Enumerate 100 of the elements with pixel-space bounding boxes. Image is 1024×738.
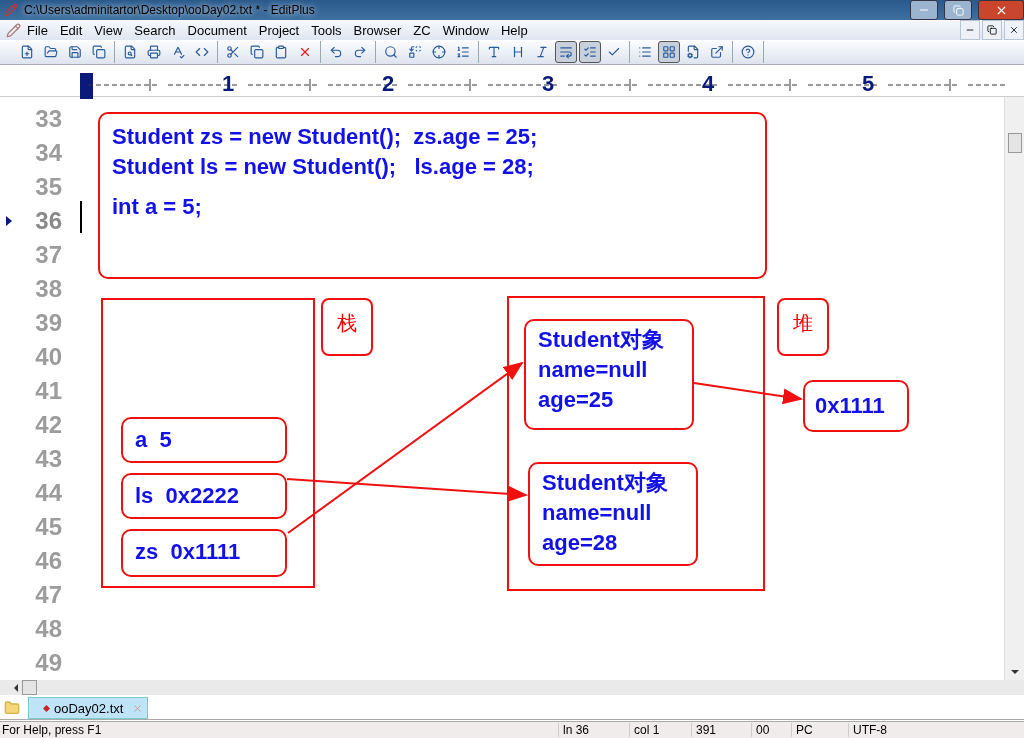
status-field: col 1 xyxy=(629,723,691,738)
line-number: 43 xyxy=(34,444,63,475)
ruler-number: 3 xyxy=(542,70,555,97)
ruler-number: 1 xyxy=(222,70,235,97)
current-line-marker-icon xyxy=(6,216,12,227)
replace-icon xyxy=(408,45,422,60)
cut-icon xyxy=(226,45,240,60)
target-icon xyxy=(432,45,446,60)
close-icon xyxy=(1009,25,1019,35)
stack-entry: ls 0x2222 xyxy=(121,473,287,520)
new-file-icon xyxy=(20,45,34,60)
menu-item[interactable]: Tools xyxy=(305,22,348,38)
heap-object: Student对象 name=null age=25 xyxy=(524,319,694,431)
horizontal-scrollbar[interactable] xyxy=(0,680,1024,696)
search-icon xyxy=(384,45,398,60)
wrap-icon xyxy=(559,45,573,60)
line-number: 39 xyxy=(34,308,63,339)
scroll-down-icon[interactable] xyxy=(1010,670,1019,675)
restore-button[interactable] xyxy=(982,20,1002,40)
save-icon xyxy=(68,45,82,60)
vertical-scrollbar[interactable] xyxy=(1004,97,1024,681)
line-number: 44 xyxy=(34,478,63,509)
line-number: 48 xyxy=(34,614,63,645)
text-cursor xyxy=(80,201,82,234)
open-folder-icon xyxy=(44,45,58,60)
menu-item[interactable]: ZC xyxy=(407,22,437,38)
numbered-list-button[interactable] xyxy=(579,41,601,64)
stack-label: 栈 xyxy=(321,298,373,357)
line-number: 36 xyxy=(0,204,76,239)
close-button[interactable] xyxy=(978,0,1024,20)
line-number: 47 xyxy=(34,580,63,611)
grid-icon xyxy=(662,45,676,60)
minimize-button[interactable] xyxy=(910,0,938,20)
stack-entry: zs 0x1111 xyxy=(121,529,287,578)
scroll-thumb[interactable] xyxy=(22,680,37,696)
heap-label: 堆 xyxy=(777,298,829,357)
app-icon xyxy=(4,3,18,17)
code-line: int a = 5; xyxy=(112,193,203,222)
line-number: 42 xyxy=(34,410,63,441)
save-all-icon xyxy=(92,45,106,60)
diamond-icon xyxy=(43,704,50,712)
line-number: 46 xyxy=(34,546,63,577)
numbered-list-icon xyxy=(583,45,597,60)
line-number: 49 xyxy=(34,648,63,679)
grid-button[interactable] xyxy=(658,41,680,64)
restore-icon xyxy=(952,4,964,16)
status-field: UTF-8 xyxy=(848,723,909,738)
scroll-thumb[interactable] xyxy=(1007,133,1022,154)
menu-item[interactable]: File xyxy=(21,22,54,38)
help-icon xyxy=(741,45,755,60)
address-box: 0x1111 xyxy=(803,380,909,433)
line-number: 33 xyxy=(34,104,63,135)
menu-item[interactable]: Help xyxy=(494,22,534,38)
list-icon xyxy=(456,45,470,60)
pencil-icon xyxy=(6,22,21,38)
maximize-button[interactable] xyxy=(944,0,972,20)
menu-item[interactable]: Browser xyxy=(347,22,408,38)
ruler-number: 4 xyxy=(702,70,715,97)
line-number: 35 xyxy=(34,172,63,203)
scroll-left-icon[interactable] xyxy=(14,683,18,692)
heading-icon xyxy=(511,45,525,60)
line-number: 41 xyxy=(34,376,63,407)
spell-check-icon xyxy=(171,45,185,60)
window-icon xyxy=(710,45,724,60)
status-text: For Help, press F1 xyxy=(1,723,103,738)
stack-entry: a 5 xyxy=(121,417,287,464)
file-settings-icon xyxy=(686,45,700,60)
copy-icon xyxy=(250,45,264,60)
line-number: 38 xyxy=(34,274,63,305)
menu-item[interactable]: Search xyxy=(128,22,182,38)
redo-icon xyxy=(353,45,367,60)
restore-icon xyxy=(987,25,997,35)
status-field: 391 xyxy=(691,723,751,738)
line-number: 34 xyxy=(34,138,63,169)
line-number: 45 xyxy=(34,512,63,543)
line-number: 40 xyxy=(34,342,63,373)
status-field: ln 36 xyxy=(558,723,629,738)
menu-item[interactable]: Window xyxy=(436,22,495,38)
undo-icon xyxy=(329,45,343,60)
menu-item[interactable]: View xyxy=(88,22,129,38)
status-field: PC xyxy=(791,723,848,738)
heap-object: Student对象 name=null age=28 xyxy=(528,462,698,567)
font-icon xyxy=(487,45,501,60)
paste-icon xyxy=(274,45,288,60)
menu-item[interactable]: Project xyxy=(252,22,306,38)
code-line: Student ls = new Student(); ls.age = 28; xyxy=(112,153,535,182)
list-icon xyxy=(638,45,652,60)
preview-icon xyxy=(123,45,137,60)
document-tab[interactable]: ooDay02.txt xyxy=(28,697,148,720)
window-title: C:\Users\adminitartor\Desktop\ooDay02.txt * - EditPlus xyxy=(24,3,316,17)
printer-icon xyxy=(147,45,161,60)
code-line: Student zs = new Student(); zs.age = 25; xyxy=(112,123,539,152)
wrap-button[interactable] xyxy=(555,41,577,64)
italic-icon xyxy=(535,45,549,60)
menu-item[interactable]: Edit xyxy=(53,22,89,38)
line-number: 37 xyxy=(34,240,63,271)
ruler-number: 5 xyxy=(862,70,875,97)
menu-item[interactable]: Document xyxy=(181,22,253,38)
ruler-number: 2 xyxy=(382,70,395,97)
status-field: 00 xyxy=(751,723,791,738)
